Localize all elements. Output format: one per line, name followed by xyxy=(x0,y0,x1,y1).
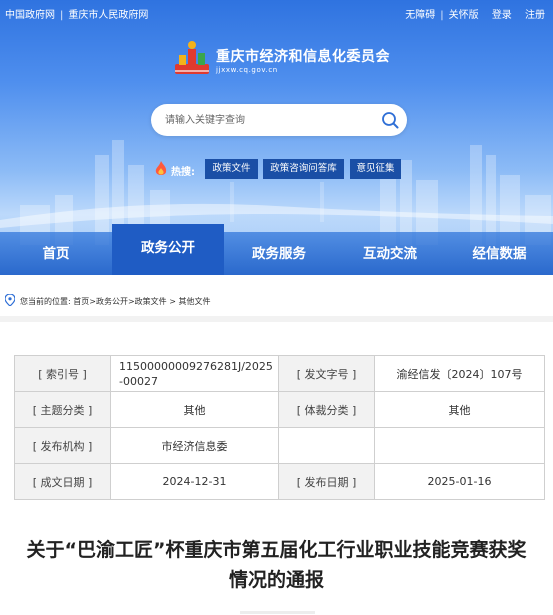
table-row: [ 主题分类 ] 其他 [ 体裁分类 ] 其他 xyxy=(14,391,545,428)
issuer-value: 市经济信息委 xyxy=(110,427,279,464)
site-header: 中国政府网 | 重庆市人民政府网 无障碍 | 关怀版 登录 注册 重庆市经济和信… xyxy=(0,0,553,275)
document-info-table: [ 索引号 ] 11500000009276281J/2025-00027 [ … xyxy=(14,355,545,500)
table-row: [ 索引号 ] 11500000009276281J/2025-00027 [ … xyxy=(14,355,545,392)
empty-value-cell xyxy=(374,427,545,464)
publish-date-label: [ 发布日期 ] xyxy=(278,463,375,500)
topic-value: 其他 xyxy=(110,391,279,428)
link-chongqing-gov[interactable]: 重庆市人民政府网 xyxy=(68,10,148,21)
written-date-label: [ 成文日期 ] xyxy=(14,463,111,500)
nav-item-interaction[interactable]: 互动交流 xyxy=(334,232,446,275)
docno-value: 渝经信发〔2024〕107号 xyxy=(374,355,545,392)
issuer-label: [ 发布机构 ] xyxy=(14,427,111,464)
index-label: [ 索引号 ] xyxy=(14,355,111,392)
hot-search-label: 热搜: xyxy=(171,167,195,178)
hot-tag-policy-docs[interactable]: 政策文件 xyxy=(205,159,258,179)
written-date-value: 2024-12-31 xyxy=(110,463,279,500)
link-care-version[interactable]: 关怀版 xyxy=(449,10,479,21)
article-title: 关于“巴渝工匠”杯重庆市第五届化工行业职业技能竞赛获奖 情况的通报 xyxy=(0,535,553,595)
top-bar: 中国政府网 | 重庆市人民政府网 无障碍 | 关怀版 登录 注册 xyxy=(0,0,553,26)
empty-label-cell xyxy=(278,427,375,464)
table-row: [ 发布机构 ] 市经济信息委 xyxy=(14,427,545,464)
separator: | xyxy=(440,10,444,21)
link-accessibility[interactable]: 无障碍 xyxy=(405,10,435,21)
hot-tag-policy-qa[interactable]: 政策咨询问答库 xyxy=(263,159,344,179)
topic-label: [ 主题分类 ] xyxy=(14,391,111,428)
top-bar-right: 无障碍 | 关怀版 登录 注册 xyxy=(405,6,545,21)
article-title-line-1: 关于“巴渝工匠”杯重庆市第五届化工行业职业技能竞赛获奖 xyxy=(26,539,527,561)
title-underline xyxy=(240,611,315,614)
separator: | xyxy=(60,10,64,21)
link-login[interactable]: 登录 xyxy=(492,10,512,21)
publish-date-value: 2025-01-16 xyxy=(374,463,545,500)
breadcrumb-path[interactable]: 首页>政务公开>政策文件 > 其他文件 xyxy=(73,297,210,306)
site-domain: jjxxw.cq.gov.cn xyxy=(216,66,278,74)
location-pin-icon xyxy=(5,294,15,306)
logo-emblem xyxy=(175,41,209,74)
nav-item-home[interactable]: 首页 xyxy=(0,232,112,275)
article-title-line-2: 情况的通报 xyxy=(228,569,324,591)
site-title[interactable]: 重庆市经济和信息化委员会 xyxy=(216,46,390,66)
hot-tag-opinion[interactable]: 意见征集 xyxy=(350,159,401,179)
top-bar-left: 中国政府网 | 重庆市人民政府网 xyxy=(5,6,148,21)
docno-label: [ 发文字号 ] xyxy=(278,355,375,392)
index-value: 11500000009276281J/2025-00027 xyxy=(110,355,279,392)
city-skyline-illustration xyxy=(0,140,553,245)
nav-item-services[interactable]: 政务服务 xyxy=(224,232,334,275)
link-china-gov[interactable]: 中国政府网 xyxy=(5,10,55,21)
breadcrumb-prefix: 您当前的位置: xyxy=(20,297,71,306)
nav-item-data[interactable]: 经信数据 xyxy=(446,232,553,275)
search-input[interactable] xyxy=(165,112,375,128)
genre-value: 其他 xyxy=(374,391,545,428)
table-row: [ 成文日期 ] 2024-12-31 [ 发布日期 ] 2025-01-16 xyxy=(14,463,545,500)
main-nav: 首页 政务公开 政务服务 互动交流 经信数据 xyxy=(0,224,553,275)
link-register[interactable]: 注册 xyxy=(525,10,545,21)
breadcrumb-text: 您当前的位置: 首页>政务公开>政策文件 > 其他文件 xyxy=(20,296,210,307)
nav-item-gov-affairs[interactable]: 政务公开 xyxy=(112,224,224,275)
section-divider xyxy=(0,316,553,322)
search-box xyxy=(151,104,407,136)
genre-label: [ 体裁分类 ] xyxy=(278,391,375,428)
search-icon[interactable] xyxy=(381,111,399,129)
flame-icon xyxy=(155,161,167,175)
